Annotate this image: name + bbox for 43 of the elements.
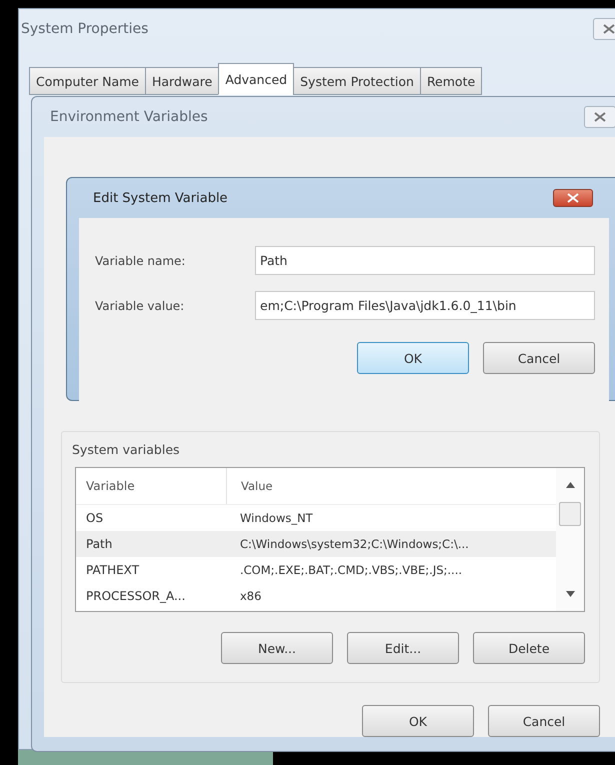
dialog-button[interactable]: New...	[221, 632, 333, 664]
table-cell-text: Windows_NT	[239, 511, 313, 525]
close-icon	[567, 193, 579, 203]
window-title: Environment Variables	[49, 109, 208, 125]
table-cell-text: PATHEXT	[85, 563, 140, 577]
close-button[interactable]	[553, 189, 593, 207]
dialog-button[interactable]: Cancel	[483, 342, 595, 374]
scroll-thumb[interactable]	[559, 502, 581, 526]
column-header[interactable]: Value	[227, 479, 273, 493]
table-cell-text: PROCESSOR_A...	[85, 589, 186, 603]
group-label: System variables	[72, 442, 180, 457]
scroll-down-icon	[566, 591, 574, 597]
table-row[interactable]: OS Windows_NT	[76, 505, 556, 531]
window-title: System Properties	[20, 21, 148, 37]
dialog-button[interactable]: OK	[357, 342, 469, 374]
table-cell-text: x86	[239, 589, 262, 603]
window-title: Edit System Variable	[92, 190, 228, 206]
column-header[interactable]: Variable	[76, 468, 227, 504]
table-row[interactable]: Path C:\Windows\system32;C:\Windows;C:\...	[76, 531, 556, 557]
table-cell-text: Path	[85, 537, 114, 551]
table-cell-text: OS	[85, 511, 104, 525]
tab[interactable]: System Protection	[293, 67, 421, 95]
dialog-button[interactable]: Cancel	[488, 705, 600, 737]
tab[interactable]: Hardware	[145, 67, 220, 95]
scroll-up-icon	[566, 482, 574, 488]
close-icon	[594, 112, 606, 122]
field-label: Variable name:	[95, 254, 186, 268]
input-field[interactable]: em;C:\Program Files\Java\jdk1.6.0_11\bin	[255, 291, 595, 320]
tab[interactable]: Advanced	[218, 63, 294, 95]
scrollbar[interactable]	[556, 468, 584, 611]
close-button[interactable]	[584, 106, 615, 128]
dialog-button[interactable]: Delete	[473, 632, 585, 664]
table-row[interactable]: PATHEXT .COM;.EXE;.BAT;.CMD;.VBS;.VBE;.JS;....	[76, 557, 556, 583]
input-field[interactable]: Path	[255, 246, 595, 275]
tab[interactable]: Computer Name	[29, 67, 146, 95]
tab[interactable]: Remote	[420, 67, 482, 95]
table-cell-text: .COM;.EXE;.BAT;.CMD;.VBS;.VBE;.JS;....	[239, 563, 462, 577]
dialog-button[interactable]: Edit...	[347, 632, 459, 664]
field-label: Variable value:	[95, 298, 186, 312]
table-cell-text: C:\Windows\system32;C:\Windows;C:\...	[239, 537, 469, 551]
dialog-button[interactable]: OK	[362, 705, 474, 737]
close-icon	[603, 24, 615, 34]
table-row[interactable]: PROCESSOR_A... x86	[76, 583, 556, 609]
